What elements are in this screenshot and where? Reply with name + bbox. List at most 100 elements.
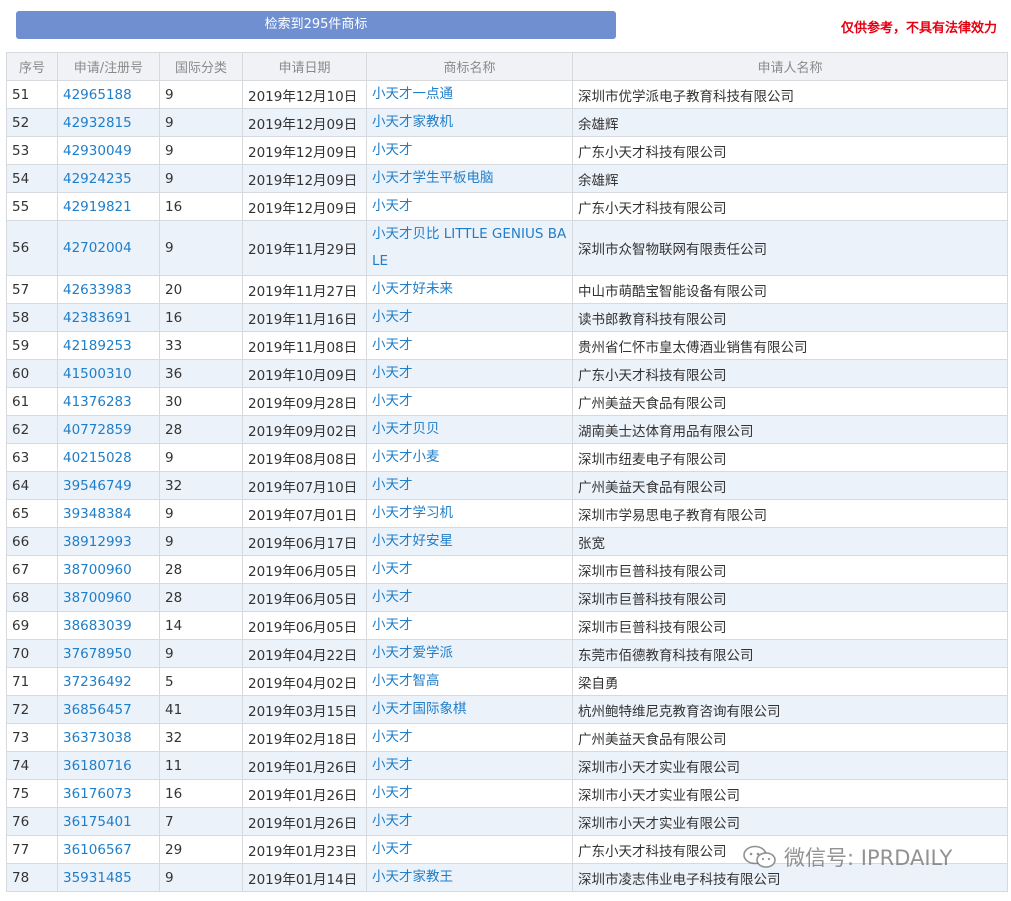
- applicant-name: 深圳市优学派电子教育科技有限公司: [572, 80, 1008, 109]
- applicant-name: 梁自勇: [572, 667, 1008, 696]
- international-class: 28: [159, 583, 243, 612]
- applicant-name: 广州美益天食品有限公司: [572, 387, 1008, 416]
- international-class: 16: [159, 303, 243, 332]
- row-number: 73: [6, 723, 58, 752]
- registration-number-link[interactable]: 37678950: [57, 639, 160, 668]
- trademark-name-link[interactable]: 小天才: [366, 136, 573, 165]
- table-header-row: 序号 申请/注册号 国际分类 申请日期 商标名称 申请人名称: [6, 52, 1008, 81]
- trademark-name-link[interactable]: 小天才: [366, 359, 573, 388]
- trademark-name-link[interactable]: 小天才: [366, 751, 573, 780]
- row-number: 66: [6, 527, 58, 556]
- trademark-name-link[interactable]: 小天才: [366, 835, 573, 864]
- column-header-mark: 商标名称: [366, 52, 573, 81]
- trademark-name-link[interactable]: 小天才: [366, 387, 573, 416]
- application-date: 2019年04月02日: [242, 667, 367, 696]
- table-row: 54 42924235 9 2019年12月09日 小天才学生平板电脑 余雄辉: [6, 164, 1008, 193]
- application-date: 2019年01月26日: [242, 807, 367, 836]
- disclaimer-text: 仅供参考，不具有法律效力: [840, 21, 997, 36]
- application-date: 2019年07月01日: [242, 499, 367, 528]
- trademark-name-link[interactable]: 小天才国际象棋: [366, 695, 573, 724]
- applicant-name: 东莞市佰德教育科技有限公司: [572, 639, 1008, 668]
- table-row: 65 39348384 9 2019年07月01日 小天才学习机 深圳市学易思电子教育有限…: [6, 499, 1008, 528]
- international-class: 9: [159, 136, 243, 165]
- registration-number-link[interactable]: 37236492: [57, 667, 160, 696]
- table-row: 58 42383691 16 2019年11月16日 小天才 读书郎教育科技有限公司: [6, 303, 1008, 332]
- applicant-name: 张宽: [572, 527, 1008, 556]
- row-number: 72: [6, 695, 58, 724]
- trademark-name-link[interactable]: 小天才: [366, 611, 573, 640]
- row-number: 64: [6, 471, 58, 500]
- row-number: 62: [6, 415, 58, 444]
- international-class: 9: [159, 164, 243, 193]
- registration-number-link[interactable]: 36106567: [57, 835, 160, 864]
- trademark-name-link[interactable]: 小天才: [366, 303, 573, 332]
- registration-number-link[interactable]: 42383691: [57, 303, 160, 332]
- registration-number-link[interactable]: 36175401: [57, 807, 160, 836]
- registration-number-link[interactable]: 41500310: [57, 359, 160, 388]
- international-class: 33: [159, 331, 243, 360]
- application-date: 2019年10月09日: [242, 359, 367, 388]
- trademark-name-link[interactable]: 小天才: [366, 192, 573, 221]
- international-class: 11: [159, 751, 243, 780]
- registration-number-link[interactable]: 42932815: [57, 108, 160, 137]
- row-number: 69: [6, 611, 58, 640]
- registration-number-link[interactable]: 42919821: [57, 192, 160, 221]
- trademark-name-link[interactable]: 小天才爱学派: [366, 639, 573, 668]
- registration-number-link[interactable]: 42924235: [57, 164, 160, 193]
- registration-number-link[interactable]: 40772859: [57, 415, 160, 444]
- trademark-name-link[interactable]: 小天才家教机: [366, 108, 573, 137]
- trademark-name-link[interactable]: 小天才智高: [366, 667, 573, 696]
- trademark-name-link[interactable]: 小天才好安星: [366, 527, 573, 556]
- registration-number-link[interactable]: 38700960: [57, 583, 160, 612]
- registration-number-link[interactable]: 35931485: [57, 863, 160, 892]
- trademark-name-link[interactable]: 小天才学生平板电脑: [366, 164, 573, 193]
- trademark-name-link[interactable]: 小天才贝贝: [366, 415, 573, 444]
- registration-number-link[interactable]: 42702004: [57, 220, 160, 276]
- table-row: 76 36175401 7 2019年01月26日 小天才 深圳市小天才实业有限公司: [6, 807, 1008, 836]
- trademark-name-link[interactable]: 小天才: [366, 583, 573, 612]
- application-date: 2019年12月10日: [242, 80, 367, 109]
- international-class: 9: [159, 527, 243, 556]
- trademark-name-link[interactable]: 小天才: [366, 807, 573, 836]
- column-header-no: 序号: [6, 52, 58, 81]
- registration-number-link[interactable]: 41376283: [57, 387, 160, 416]
- row-number: 55: [6, 192, 58, 221]
- registration-number-link[interactable]: 38700960: [57, 555, 160, 584]
- registration-number-link[interactable]: 39348384: [57, 499, 160, 528]
- trademark-name-link[interactable]: 小天才: [366, 555, 573, 584]
- registration-number-link[interactable]: 42965188: [57, 80, 160, 109]
- registration-number-link[interactable]: 42930049: [57, 136, 160, 165]
- international-class: 32: [159, 471, 243, 500]
- trademark-name-link[interactable]: 小天才: [366, 331, 573, 360]
- international-class: 30: [159, 387, 243, 416]
- registration-number-link[interactable]: 36373038: [57, 723, 160, 752]
- column-header-date: 申请日期: [242, 52, 367, 81]
- trademark-name-link[interactable]: 小天才好未来: [366, 275, 573, 304]
- trademark-name-link[interactable]: 小天才家教王: [366, 863, 573, 892]
- application-date: 2019年11月29日: [242, 220, 367, 276]
- international-class: 9: [159, 108, 243, 137]
- registration-number-link[interactable]: 38683039: [57, 611, 160, 640]
- trademark-name-link[interactable]: 小天才: [366, 779, 573, 808]
- trademark-name-link[interactable]: 小天才: [366, 471, 573, 500]
- registration-number-link[interactable]: 38912993: [57, 527, 160, 556]
- registration-number-link[interactable]: 36176073: [57, 779, 160, 808]
- trademark-name-link[interactable]: 小天才小麦: [366, 443, 573, 472]
- applicant-name: 广东小天才科技有限公司: [572, 136, 1008, 165]
- trademark-name-link[interactable]: 小天才学习机: [366, 499, 573, 528]
- applicant-name: 深圳市纽麦电子有限公司: [572, 443, 1008, 472]
- registration-number-link[interactable]: 40215028: [57, 443, 160, 472]
- registration-number-link[interactable]: 42189253: [57, 331, 160, 360]
- applicant-name: 深圳市巨普科技有限公司: [572, 555, 1008, 584]
- applicant-name: 深圳市巨普科技有限公司: [572, 583, 1008, 612]
- trademark-name-link[interactable]: 小天才一点通: [366, 80, 573, 109]
- application-date: 2019年01月14日: [242, 863, 367, 892]
- registration-number-link[interactable]: 36856457: [57, 695, 160, 724]
- trademark-name-link[interactable]: 小天才: [366, 723, 573, 752]
- result-count-bar[interactable]: 检索到295件商标: [16, 11, 616, 39]
- registration-number-link[interactable]: 39546749: [57, 471, 160, 500]
- registration-number-link[interactable]: 42633983: [57, 275, 160, 304]
- table-row: 63 40215028 9 2019年08月08日 小天才小麦 深圳市纽麦电子有限公司: [6, 443, 1008, 472]
- registration-number-link[interactable]: 36180716: [57, 751, 160, 780]
- trademark-name-link[interactable]: 小天才贝比 LITTLE GENIUS BA LE: [366, 220, 573, 276]
